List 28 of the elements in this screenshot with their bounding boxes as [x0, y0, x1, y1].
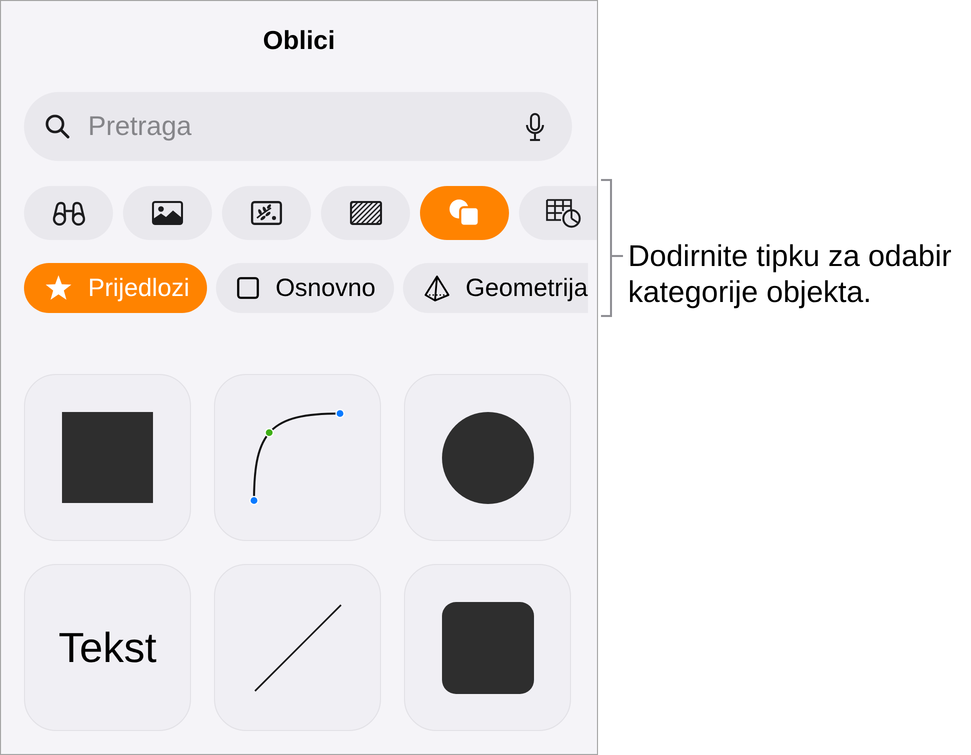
table-chart-icon — [546, 198, 581, 228]
pyramid-icon — [424, 274, 450, 302]
shape-tile[interactable] — [214, 564, 381, 731]
circle-icon — [442, 412, 534, 504]
line-icon — [254, 604, 342, 692]
microphone-icon[interactable] — [525, 113, 545, 141]
panel-title: Oblici — [262, 25, 336, 55]
image-icon — [152, 201, 183, 225]
search-field[interactable]: Pretraga — [24, 92, 572, 161]
object-type-tab[interactable] — [519, 186, 597, 240]
search-icon — [45, 114, 70, 139]
shape-tile[interactable]: Tekst — [24, 564, 191, 731]
square-icon — [237, 277, 260, 299]
hatched-rectangle-icon — [350, 201, 382, 225]
callout-text: Dodirnite tipku za odabir kategorije objekta. — [628, 239, 953, 311]
category-tab[interactable]: Geometrija — [402, 263, 588, 313]
shape-tile[interactable] — [24, 374, 191, 541]
leaf-frame-icon — [251, 201, 282, 225]
shape-tile[interactable] — [404, 374, 571, 541]
square-icon — [62, 412, 153, 503]
curve-icon — [248, 408, 346, 506]
shape-tile[interactable] — [404, 564, 571, 731]
rounded-square-icon — [442, 602, 534, 694]
shape-tile[interactable] — [214, 374, 381, 541]
binoculars-icon — [52, 200, 86, 226]
circle-and-square-icon — [449, 199, 480, 227]
star-icon — [45, 275, 72, 301]
category-tab[interactable]: Osnovno — [216, 263, 394, 313]
